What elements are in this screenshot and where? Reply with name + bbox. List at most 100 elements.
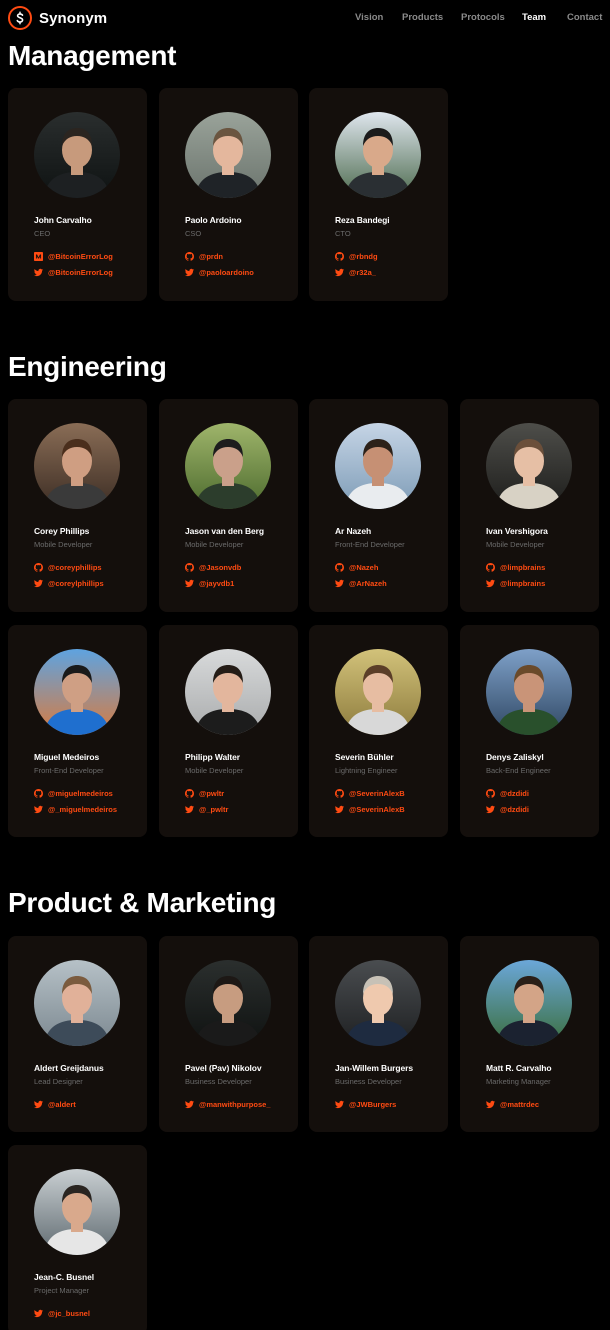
github-profile-link[interactable]: @rbndg [335,252,378,261]
avatar [486,423,572,509]
team-member-card: Denys Zaliskyl Back-End Engineer @dzdidi @d… [460,625,599,837]
nav-protocols[interactable]: Protocols [461,12,505,23]
github-icon [486,789,495,798]
team-member-card: Jason van den Berg Mobile Developer @Jason… [159,399,298,612]
twitter-profile-link[interactable]: @r32a_ [335,268,376,277]
team-member-card: Jean-C. Busnel Project Manager @jc_busnel [8,1145,147,1330]
member-role: Mobile Developer [185,540,244,549]
twitter-icon [34,579,43,588]
github-profile-link[interactable]: @SeverinAlexB [335,789,405,798]
member-name: Corey Phillips [34,526,90,536]
member-name: Pavel (Pav) Nikolov [185,1063,262,1073]
member-role: Back-End Engineer [486,766,551,775]
member-name: Denys Zaliskyl [486,752,544,762]
member-role: Mobile Developer [34,540,93,549]
twitter-profile-link[interactable]: @ArNazeh [335,579,387,588]
member-name: Jean-C. Busnel [34,1272,95,1282]
twitter-profile-link[interactable]: @aldert [34,1100,76,1109]
profile-handle: @SeverinAlexB [349,805,405,814]
profile-handle: @BitcoinErrorLog [48,252,113,261]
avatar [34,960,120,1046]
team-member-card: Jan-Willem Burgers Business Developer @JWB… [309,936,448,1132]
github-icon [335,789,344,798]
github-icon [335,252,344,261]
github-icon [486,563,495,572]
github-profile-link[interactable]: @dzdidi [486,789,529,798]
profile-handle: @jc_busnel [48,1309,90,1318]
twitter-icon [185,268,194,277]
github-profile-link[interactable]: @pwltr [185,789,224,798]
profile-handle: @BitcoinErrorLog [48,268,113,277]
twitter-profile-link[interactable]: @jayvdb1 [185,579,234,588]
twitter-profile-link[interactable]: @_pwltr [185,805,228,814]
twitter-icon [34,268,43,277]
member-name: John Carvalho [34,215,92,225]
member-role: Front-End Developer [335,540,405,549]
github-icon [185,563,194,572]
member-role: CEO [34,229,51,238]
profile-handle: @_miguelmedeiros [48,805,118,814]
profile-handle: @ArNazeh [349,579,387,588]
twitter-icon [486,579,495,588]
team-member-card: Miguel Medeiros Front-End Developer @migue… [8,625,147,837]
twitter-icon [34,1309,43,1318]
twitter-profile-link[interactable]: @_miguelmedeiros [34,805,117,814]
github-profile-link[interactable]: @miguelmedeiros [34,789,113,798]
site-header: Synonym Vision Products Protocols Team Conta… [0,0,610,36]
twitter-profile-link[interactable]: @paoloardoino [185,268,254,277]
profile-handle: @aldert [48,1100,76,1109]
member-name: Ivan Vershigora [486,526,548,536]
team-member-card: Matt R. Carvalho Marketing Manager @mattrd… [460,936,599,1132]
team-member-card: Pavel (Pav) Nikolov Business Developer @ma… [159,936,298,1132]
avatar [335,423,421,509]
twitter-icon [486,1100,495,1109]
profile-handle: @SeverinAlexB [349,789,405,798]
profile-handle: @rbndg [349,252,378,261]
twitter-profile-link[interactable]: @coreylphillips [34,579,104,588]
nav-team[interactable]: Team [522,12,546,23]
avatar [486,960,572,1046]
nav-products[interactable]: Products [402,12,443,23]
member-role: Front-End Developer [34,766,104,775]
twitter-icon [34,1100,43,1109]
twitter-icon [335,579,344,588]
twitter-profile-link[interactable]: @limpbrains [486,579,545,588]
profile-handle: @prdn [199,252,223,261]
nav-contact[interactable]: Contact [567,12,602,23]
twitter-profile-link[interactable]: @manwithpurpose_ [185,1100,271,1109]
profile-handle: @limpbrains [500,579,546,588]
twitter-profile-link[interactable]: @dzdidi [486,805,529,814]
member-name: Paolo Ardoino [185,215,242,225]
github-profile-link[interactable]: @limpbrains [486,563,545,572]
avatar [335,649,421,735]
team-member-card: Philipp Walter Mobile Developer @pwltr @_pw… [159,625,298,837]
twitter-profile-link[interactable]: @JWBurgers [335,1100,396,1109]
twitter-profile-link[interactable]: @BitcoinErrorLog [34,268,113,277]
github-profile-link[interactable]: @coreyphillips [34,563,102,572]
twitter-profile-link[interactable]: @mattrdec [486,1100,539,1109]
avatar [185,423,271,509]
twitter-profile-link[interactable]: @jc_busnel [34,1309,90,1318]
synonym-logo-icon [8,6,32,30]
medium-profile-link[interactable]: @BitcoinErrorLog [34,252,113,261]
avatar [34,649,120,735]
twitter-profile-link[interactable]: @SeverinAlexB [335,805,405,814]
member-role: Mobile Developer [486,540,545,549]
twitter-icon [335,268,344,277]
twitter-icon [34,805,43,814]
team-member-card: Paolo Ardoino CSO @prdn @paoloardoino [159,88,298,301]
section-title: Engineering [8,351,167,382]
member-name: Ar Nazeh [335,526,372,536]
avatar [34,423,120,509]
team-member-card: Severin Bühler Lightning Engineer @Severin… [309,625,448,837]
nav-vision[interactable]: Vision [355,12,383,23]
github-profile-link[interactable]: @prdn [185,252,223,261]
profile-handle: @paoloardoino [199,268,254,277]
member-role: Mobile Developer [185,766,244,775]
github-profile-link[interactable]: @Nazeh [335,563,378,572]
github-profile-link[interactable]: @Jasonvdb [185,563,241,572]
member-role: CTO [335,229,351,238]
team-member-card: Corey Phillips Mobile Developer @coreyphil… [8,399,147,612]
team-member-card: Ar Nazeh Front-End Developer @Nazeh @ArNaze… [309,399,448,612]
brand-logo[interactable]: Synonym [8,6,107,30]
